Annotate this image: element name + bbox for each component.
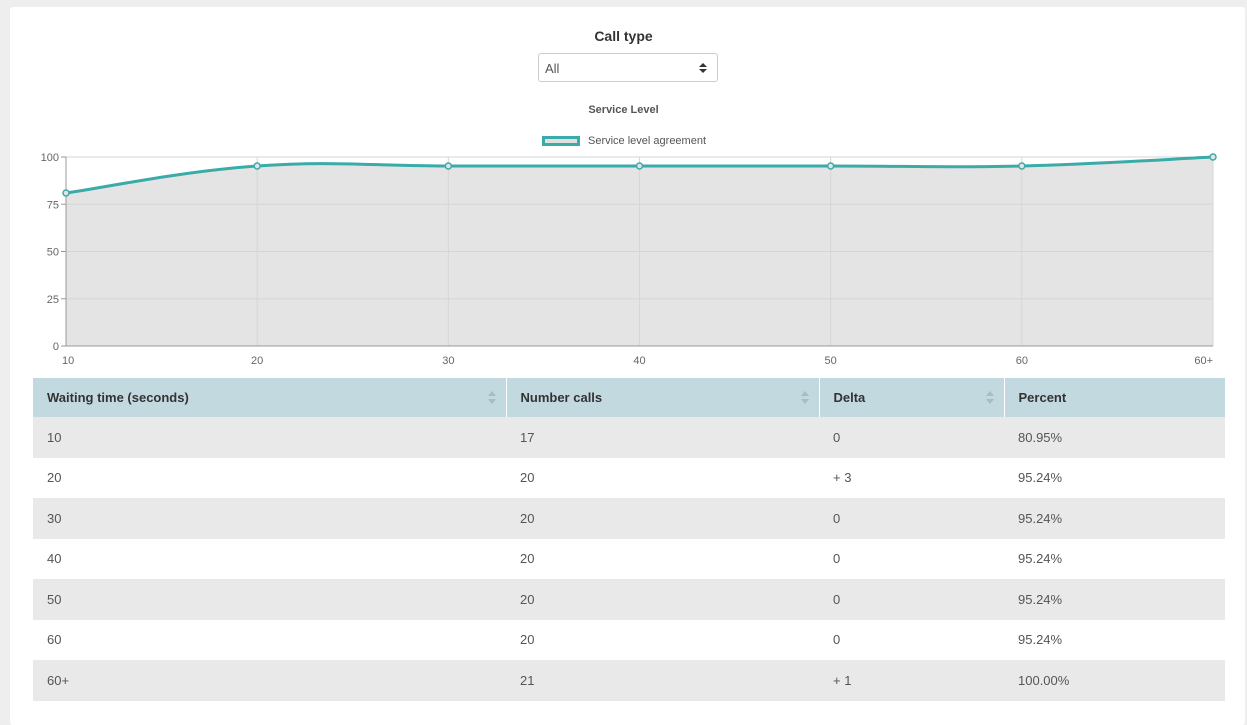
data-point [1018, 162, 1026, 170]
data-point [62, 189, 70, 197]
cell-number-calls: 20 [506, 579, 819, 620]
cell-number-calls: 17 [506, 417, 819, 458]
cell-number-calls: 20 [506, 457, 819, 498]
cell-waiting-time: 30 [33, 498, 506, 539]
y-tick-label: 75 [47, 199, 59, 211]
table-row: 40 20 0 95.24% [33, 538, 1225, 579]
cell-number-calls: 21 [506, 660, 819, 701]
table-row: 20 20 + 3 95.24% [33, 457, 1225, 498]
table-row: 10 17 0 80.95% [33, 417, 1225, 458]
y-tick-label: 25 [47, 294, 59, 306]
y-tick-label: 50 [47, 247, 59, 259]
table-row: 60+ 21 + 1 100.00% [33, 660, 1225, 701]
cell-delta: 0 [819, 498, 1004, 539]
column-header-number-calls[interactable]: Number calls [506, 378, 820, 417]
column-header-delta[interactable]: Delta [819, 378, 1005, 417]
cell-waiting-time: 40 [33, 538, 506, 579]
data-point [826, 162, 835, 170]
data-point [635, 162, 644, 170]
x-tick-label: 40 [633, 355, 645, 367]
column-header-waiting-time[interactable]: Waiting time (seconds) [33, 378, 507, 417]
cell-number-calls: 20 [506, 498, 819, 539]
x-tick-label: 50 [825, 355, 837, 367]
cell-delta: + 1 [819, 660, 1004, 701]
cell-waiting-time: 60+ [33, 660, 506, 701]
sort-icon[interactable] [985, 391, 994, 404]
cell-delta: 0 [819, 579, 1004, 620]
x-tick-label: 10 [62, 355, 74, 367]
table-row: 50 20 0 95.24% [33, 579, 1225, 620]
cell-percent: 95.24% [1004, 579, 1225, 620]
sort-icon[interactable] [800, 391, 809, 404]
data-point [1209, 153, 1217, 161]
cell-waiting-time: 50 [33, 579, 506, 620]
cell-delta: 0 [819, 619, 1004, 660]
cell-delta: + 3 [819, 457, 1004, 498]
x-tick-label: 20 [251, 355, 263, 367]
cell-waiting-time: 20 [33, 457, 506, 498]
table-header-row: Waiting time (seconds) Number calls Delt… [33, 378, 1225, 417]
x-tick-label: 60+ [1194, 355, 1213, 367]
cell-percent: 80.95% [1004, 417, 1225, 458]
x-tick-label: 60 [1016, 355, 1028, 367]
cell-delta: 0 [819, 417, 1004, 458]
x-tick-label: 30 [442, 355, 454, 367]
data-point [444, 162, 453, 170]
cell-number-calls: 20 [506, 619, 819, 660]
service-level-chart: 0 25 50 75 100 10 20 30 40 50 60 60+ [41, 152, 1217, 367]
table-row: 30 20 0 95.24% [33, 498, 1225, 539]
data-point [253, 162, 261, 170]
sort-icon[interactable] [487, 391, 496, 404]
cell-percent: 95.24% [1004, 457, 1225, 498]
cell-percent: 95.24% [1004, 498, 1225, 539]
cell-number-calls: 20 [506, 538, 819, 579]
table-row: 60 20 0 95.24% [33, 619, 1225, 660]
cell-percent: 100.00% [1004, 660, 1225, 701]
column-header-percent[interactable]: Percent [1004, 378, 1225, 417]
column-header-label: Number calls [520, 390, 603, 405]
column-header-label: Delta [833, 390, 866, 405]
service-level-table: Waiting time (seconds) Number calls Delt… [33, 378, 1225, 701]
service-level-table-container: Waiting time (seconds) Number calls Delt… [33, 378, 1225, 701]
cell-percent: 95.24% [1004, 538, 1225, 579]
cell-waiting-time: 60 [33, 619, 506, 660]
cell-delta: 0 [819, 538, 1004, 579]
y-tick-label: 0 [53, 341, 59, 353]
column-header-label: Percent [1018, 390, 1067, 405]
cell-percent: 95.24% [1004, 619, 1225, 660]
column-header-label: Waiting time (seconds) [47, 390, 189, 405]
cell-waiting-time: 10 [33, 417, 506, 458]
y-tick-label: 100 [41, 152, 59, 164]
